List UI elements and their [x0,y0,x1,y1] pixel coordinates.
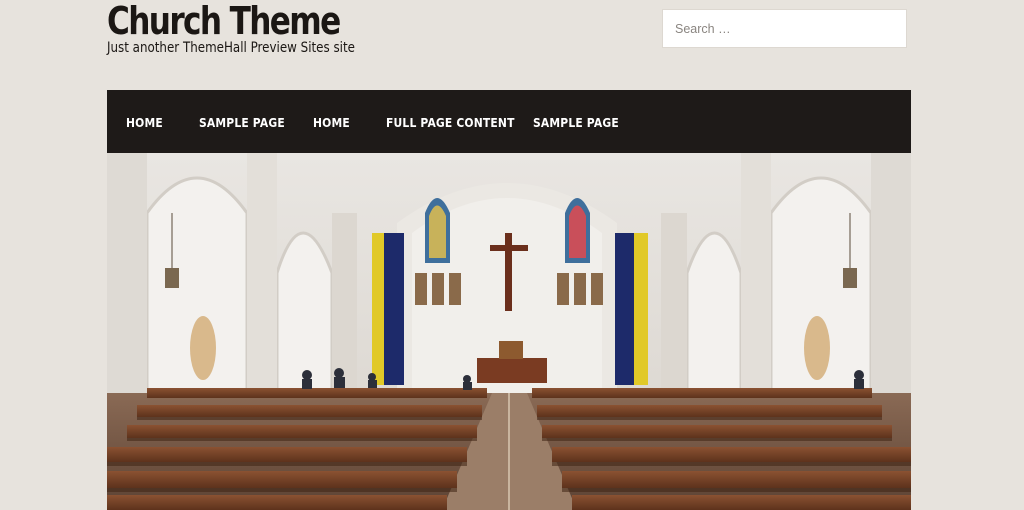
church-interior-photo [107,153,911,510]
search-box[interactable] [662,9,907,48]
site-title[interactable]: Church Theme [107,0,341,44]
hero-image [107,153,911,510]
nav-item-home[interactable]: HOME [126,115,163,130]
site-tagline: Just another ThemeHall Preview Sites sit… [107,40,355,56]
nav-item-sample-page-2[interactable]: SAMPLE PAGE [533,115,619,130]
nav-item-sample-page[interactable]: SAMPLE PAGE [199,115,285,130]
main-navigation: HOME SAMPLE PAGE HOME FULL PAGE CONTENT … [107,90,911,153]
nav-item-full-page-content[interactable]: FULL PAGE CONTENT [386,115,515,130]
nav-item-home-2[interactable]: HOME [313,115,350,130]
search-input[interactable] [675,21,906,36]
